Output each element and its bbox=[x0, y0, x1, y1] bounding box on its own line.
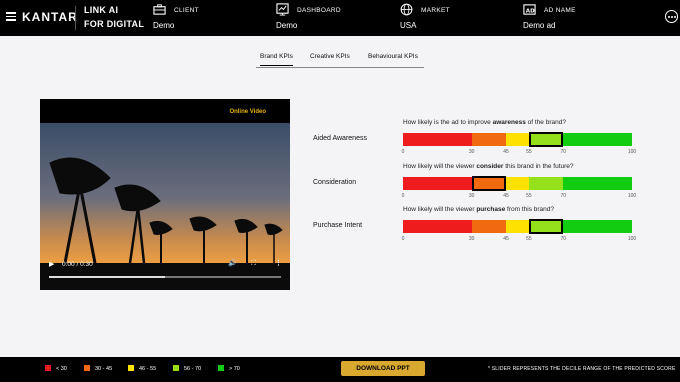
predicted-range-slider bbox=[471, 176, 507, 191]
footer-bar: < 30 30 - 45 46 - 55 56 - 70 > 70 DOWNLO… bbox=[0, 357, 680, 382]
market-label: MARKET bbox=[421, 7, 450, 14]
kpi-question: How likely is the ad to improve awarenes… bbox=[403, 119, 566, 126]
ad-name-icon: AD bbox=[523, 4, 536, 15]
scale-tick-label: 100 bbox=[627, 149, 637, 155]
scale-segment bbox=[403, 133, 472, 146]
product-name: LINK AI FOR DIGITAL bbox=[84, 5, 145, 29]
scale-tick-label: 45 bbox=[503, 193, 509, 199]
slider-footnote: * SLIDER REPRESENTS THE DECILE RANGE OF … bbox=[488, 366, 676, 372]
scale-segment bbox=[403, 177, 472, 190]
kpi-label: Aided Awareness bbox=[313, 135, 367, 142]
scale-segment bbox=[403, 220, 472, 233]
dashboard-label: DASHBOARD bbox=[297, 7, 341, 14]
scale-tick-label: 55 bbox=[526, 193, 532, 199]
legend-item: 46 - 55 bbox=[128, 365, 156, 372]
play-icon[interactable]: ▶ bbox=[49, 260, 54, 268]
scale-segment bbox=[528, 177, 564, 190]
scale-segment bbox=[471, 133, 507, 146]
ad-name-label: AD NAME bbox=[544, 7, 576, 14]
tab-creative-kpis[interactable]: Creative KPIs bbox=[310, 53, 350, 60]
scale-tick-label: 45 bbox=[503, 236, 509, 242]
tab-behavioural-kpis[interactable]: Behavioural KPIs bbox=[368, 53, 418, 60]
scale-tick-label: 0 bbox=[401, 193, 405, 199]
scale-tick-label: 100 bbox=[627, 193, 637, 199]
dashboard-value: Demo bbox=[276, 21, 298, 30]
svg-text:AD: AD bbox=[526, 8, 535, 14]
kpi-question: How likely will the viewer consider this… bbox=[403, 163, 574, 170]
kpi-question: How likely will the viewer purchase from… bbox=[403, 206, 555, 213]
scale-tick-label: 70 bbox=[560, 193, 567, 199]
top-bar: KANTAR LINK AI FOR DIGITAL CLIENT Demo D… bbox=[0, 0, 680, 36]
video-more-icon[interactable]: ⋮ bbox=[275, 259, 282, 267]
legend-item: > 70 bbox=[218, 365, 240, 372]
scale-tick-label: 70 bbox=[560, 149, 567, 155]
scale-segment bbox=[506, 133, 529, 146]
predicted-range-slider bbox=[528, 219, 564, 234]
scale-tick-label: 55 bbox=[526, 236, 532, 242]
kpi-tabs: Brand KPIs Creative KPIs Behavioural KPI… bbox=[256, 52, 424, 68]
divider bbox=[75, 6, 76, 30]
hamburger-menu-icon[interactable] bbox=[6, 12, 16, 21]
volume-icon[interactable]: 🔊 bbox=[228, 259, 237, 267]
client-label: CLIENT bbox=[174, 7, 199, 14]
scale-tick-label: 30 bbox=[468, 149, 475, 155]
market-value: USA bbox=[400, 21, 417, 30]
scale-tick-label: 45 bbox=[503, 149, 509, 155]
scale-segment bbox=[563, 133, 632, 146]
scale-tick-label: 0 bbox=[401, 236, 405, 242]
kpi-scale-bar: 0 30 45 55 70 100 bbox=[402, 132, 636, 155]
ad-name-value: Demo ad bbox=[523, 21, 556, 30]
more-options-icon[interactable] bbox=[665, 10, 678, 23]
scale-segment bbox=[471, 220, 507, 233]
briefcase-icon bbox=[153, 4, 166, 15]
video-header: Online Video bbox=[40, 99, 290, 123]
scale-tick-label: 55 bbox=[526, 149, 532, 155]
scale-segment bbox=[563, 220, 632, 233]
video-progress-fill bbox=[49, 276, 165, 278]
kpi-scale-bar: 0 30 45 55 70 100 bbox=[402, 219, 636, 242]
legend-item: < 30 bbox=[45, 365, 67, 372]
scale-tick-label: 30 bbox=[468, 193, 475, 199]
kpi-label: Purchase Intent bbox=[313, 222, 363, 229]
legend-item: 30 - 45 bbox=[84, 365, 112, 372]
scale-segment bbox=[506, 177, 529, 190]
fullscreen-icon[interactable]: ⛶ bbox=[251, 260, 256, 268]
legend-item: 56 - 70 bbox=[173, 365, 201, 372]
kpi-scale-bar: 0 30 45 55 70 100 bbox=[402, 176, 636, 199]
scale-segment bbox=[563, 177, 632, 190]
kpi-label: Consideration bbox=[313, 179, 357, 186]
download-ppt-button[interactable]: DOWNLOAD PPT bbox=[341, 361, 425, 376]
globe-icon bbox=[400, 3, 413, 16]
dashboard-icon bbox=[276, 3, 289, 16]
scale-tick-label: 100 bbox=[627, 236, 637, 242]
scale-tick-label: 0 bbox=[401, 149, 405, 155]
scale-segment bbox=[506, 220, 529, 233]
video-time: 0:00 / 0:30 bbox=[62, 261, 93, 268]
video-progress-bar[interactable] bbox=[49, 276, 281, 278]
scale-tick-label: 30 bbox=[468, 236, 475, 242]
brand-logo: KANTAR bbox=[22, 10, 78, 24]
video-type-label: Online Video bbox=[229, 109, 266, 115]
scale-tick-label: 70 bbox=[560, 236, 567, 242]
tab-brand-kpis[interactable]: Brand KPIs bbox=[260, 53, 293, 66]
client-value: Demo bbox=[153, 21, 175, 30]
predicted-range-slider bbox=[528, 132, 564, 147]
